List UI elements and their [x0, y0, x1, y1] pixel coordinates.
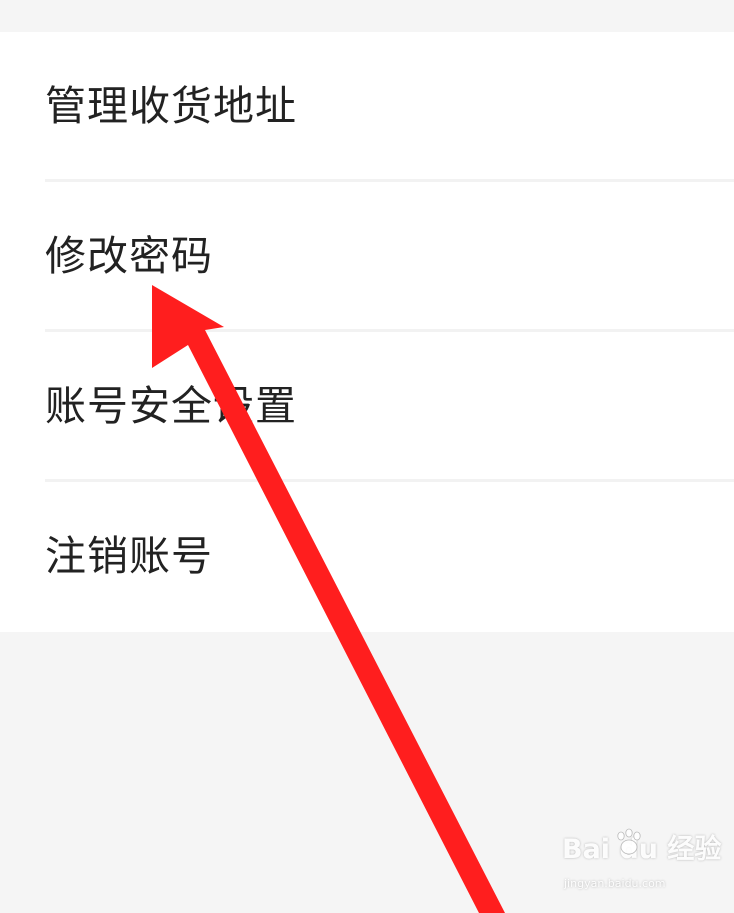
- menu-item-change-password[interactable]: 修改密码: [0, 182, 734, 332]
- settings-menu-list: 管理收货地址 修改密码 账号安全设置 注销账号: [0, 32, 734, 632]
- menu-item-account-security[interactable]: 账号安全设置: [0, 332, 734, 482]
- menu-item-delete-account[interactable]: 注销账号: [0, 482, 734, 632]
- paw-icon: [617, 828, 641, 855]
- menu-item-label: 管理收货地址: [45, 81, 297, 130]
- watermark-url: jingyan.baidu.com: [564, 877, 666, 890]
- menu-item-manage-address[interactable]: 管理收货地址: [0, 32, 734, 182]
- baidu-jingyan-watermark: Bai du 经验 jingyan.baidu.com: [562, 828, 721, 896]
- menu-item-label: 修改密码: [45, 231, 213, 280]
- menu-item-label: 账号安全设置: [45, 381, 297, 430]
- menu-item-label: 注销账号: [45, 531, 213, 580]
- top-gap: [0, 0, 734, 32]
